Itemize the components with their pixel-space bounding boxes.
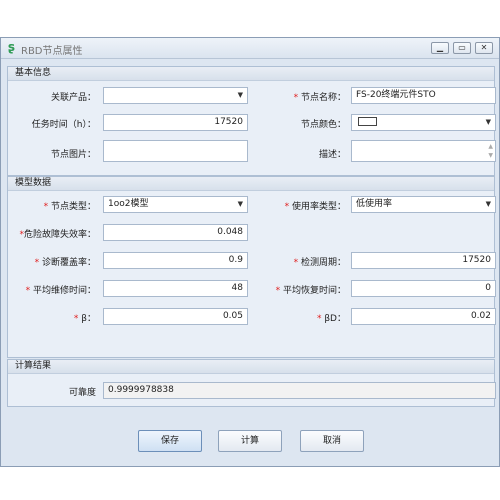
chevron-down-icon: ▼ xyxy=(237,200,243,208)
reliability-output: 0.9999978838 xyxy=(103,382,496,399)
dangerous-failure-input[interactable]: 0.048 xyxy=(103,224,248,241)
title-bar: ʂ RBD节点属性 ▁ ▭ ✕ xyxy=(1,38,499,59)
window-title: RBD节点属性 xyxy=(21,46,83,57)
beta-input[interactable]: 0.05 xyxy=(103,308,248,325)
beta-d-label: * βD： xyxy=(316,314,346,324)
product-label: 关联产品： xyxy=(50,93,96,103)
spin-down-icon[interactable]: ▼ xyxy=(488,153,493,159)
minimize-button[interactable]: ▁ xyxy=(431,42,449,54)
mrt-label: * 平均恢复时间： xyxy=(275,286,346,296)
chevron-down-icon: ▼ xyxy=(485,118,491,126)
color-swatch xyxy=(358,117,377,126)
reliability-label: 可靠度 xyxy=(68,388,96,398)
chevron-down-icon: ▼ xyxy=(485,200,491,208)
app-logo-icon: ʂ xyxy=(7,40,16,54)
calculate-button[interactable]: 计算 xyxy=(218,430,282,452)
spin-up-icon[interactable]: ▲ xyxy=(488,144,493,150)
basic-info-header: 基本信息 xyxy=(8,67,494,81)
test-period-label: * 检测周期： xyxy=(293,258,346,268)
beta-label: * β： xyxy=(73,314,96,324)
cancel-button[interactable]: 取消 xyxy=(300,430,364,452)
mrt-input[interactable]: 0 xyxy=(351,280,496,297)
node-image-input[interactable] xyxy=(103,140,248,162)
close-button[interactable]: ✕ xyxy=(475,42,493,54)
node-image-label: 节点图片： xyxy=(50,150,96,160)
product-select[interactable]: ▼ xyxy=(103,87,248,104)
description-input[interactable]: ▲ ▼ xyxy=(351,140,496,162)
model-data-group: 模型数据 * 节点类型： 1oo2模型 ▼ * 使用率类型： 低使用率 ▼ *危险故… xyxy=(7,176,496,358)
node-type-label: * 节点类型： xyxy=(43,202,96,212)
node-type-select[interactable]: 1oo2模型 ▼ xyxy=(103,196,248,213)
description-label: 描述： xyxy=(318,150,346,160)
result-group: 计算结果 可靠度 0.9999978838 xyxy=(7,359,496,407)
mttr-label: * 平均维修时间： xyxy=(25,286,96,296)
result-header: 计算结果 xyxy=(8,360,494,374)
model-data-header: 模型数据 xyxy=(8,177,494,191)
mttr-input[interactable]: 48 xyxy=(103,280,248,297)
test-period-input[interactable]: 17520 xyxy=(351,252,496,269)
diag-coverage-input[interactable]: 0.9 xyxy=(103,252,248,269)
save-button[interactable]: 保存 xyxy=(138,430,202,452)
node-name-input[interactable]: FS-20终端元件STO xyxy=(351,87,496,104)
beta-d-input[interactable]: 0.02 xyxy=(351,308,496,325)
maximize-button[interactable]: ▭ xyxy=(453,42,471,54)
diag-coverage-label: * 诊断覆盖率： xyxy=(34,258,96,268)
mission-time-input[interactable]: 17520 xyxy=(103,114,248,131)
node-color-label: 节点颜色： xyxy=(300,120,346,130)
basic-info-group: 基本信息 关联产品： ▼ * 节点名称： FS-20终端元件STO 任务时间（h… xyxy=(7,66,496,176)
dangerous-failure-label: *危险故障失效率： xyxy=(19,230,96,240)
usage-type-label: * 使用率类型： xyxy=(284,202,346,212)
mission-time-label: 任务时间（h）： xyxy=(31,120,96,130)
usage-type-select[interactable]: 低使用率 ▼ xyxy=(351,196,496,213)
node-name-label: * 节点名称： xyxy=(293,93,346,103)
rbd-node-properties-dialog: ʂ RBD节点属性 ▁ ▭ ✕ 基本信息 关联产品： ▼ * 节点名称： FS-… xyxy=(0,37,500,467)
chevron-down-icon: ▼ xyxy=(237,91,243,99)
node-color-select[interactable]: ▼ xyxy=(351,114,496,131)
